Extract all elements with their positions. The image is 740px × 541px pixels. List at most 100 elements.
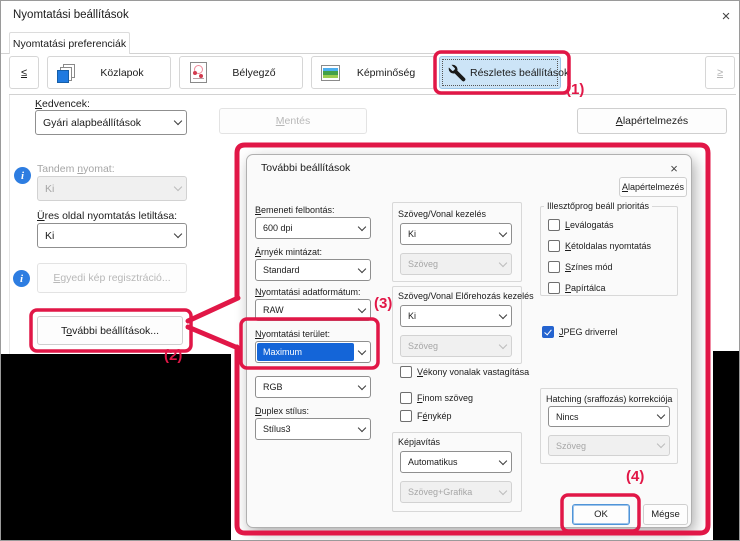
color-mode-select[interactable]: RGB (255, 376, 371, 398)
toolbar-image-quality-button[interactable]: Képminőség (311, 56, 435, 89)
text-line-select[interactable]: Ki (400, 223, 512, 245)
text-line-advance-sub-select: Szöveg (400, 335, 512, 357)
hatching-select[interactable]: Nincs (548, 406, 670, 427)
favorites-select[interactable]: Gyári alapbeállítások (35, 110, 187, 135)
stamp-icon (188, 62, 210, 84)
checkbox-icon (400, 366, 412, 378)
toolbar-next-button: ≥ (705, 56, 735, 89)
input-resolution-select[interactable]: 600 dpi (255, 217, 371, 239)
image-enhance-select[interactable]: Automatikus (400, 451, 512, 473)
text-line-advance-select[interactable]: Ki (400, 305, 512, 327)
blank-page-suppress-select[interactable]: Ki (37, 223, 187, 248)
redacted-region-right (713, 351, 740, 541)
chevron-down-icon (495, 254, 511, 274)
chevron-down-icon (170, 224, 186, 247)
info-icon (13, 270, 30, 287)
chevron-down-icon (354, 419, 370, 439)
toolbar-detailed-settings-button[interactable]: Részletes beállítások (439, 56, 561, 89)
tab-label: Nyomtatási preferenciák (13, 38, 126, 50)
blank-page-suppress-label: Üres oldal nyomtatás letiltása: (37, 210, 177, 222)
ok-button[interactable]: OK (572, 504, 630, 525)
defaults-button[interactable]: Alapértelmezés (577, 108, 727, 134)
redacted-region-left (1, 354, 231, 541)
annotation-callout-tail (188, 298, 238, 321)
annotation-callout-tail (188, 327, 238, 348)
data-format-label: Nyomtatási adatformátum: (255, 287, 361, 297)
chevron-down-icon (495, 452, 511, 472)
data-format-select[interactable]: RAW (255, 299, 371, 321)
annotation-step2-label: (2) (164, 347, 182, 364)
chevron-down-icon (354, 377, 370, 397)
toolbar-button-label: Részletes beállítások (470, 67, 569, 79)
image-quality-icon (320, 62, 342, 84)
duplex-style-select[interactable]: Stílus3 (255, 418, 371, 440)
chevron-down-icon (653, 436, 669, 455)
hatching-group-label: Hatching (sraffozás) korrekciója (546, 394, 672, 404)
collate-checkbox[interactable]: Leválogatás (548, 219, 614, 231)
toolbar-common-pages-button[interactable]: Közlapok (47, 56, 171, 89)
shade-pattern-select[interactable]: Standard (255, 259, 371, 281)
dialog-title: További beállítások (261, 162, 350, 174)
checkbox-icon (548, 219, 560, 231)
duplex-print-checkbox[interactable]: Kétoldalas nyomtatás (548, 240, 651, 252)
checkbox-icon (400, 410, 412, 422)
chevron-down-icon (495, 306, 511, 326)
print-area-select[interactable]: Maximum (255, 341, 371, 363)
save-button: Mentés (219, 108, 367, 134)
tandem-print-select: Ki (37, 176, 187, 201)
checkbox-icon (548, 240, 560, 252)
checkbox-icon (548, 261, 560, 273)
more-settings-button[interactable]: További beállítások... (37, 316, 183, 345)
image-enhance-sub-select: Szöveg+Grafika (400, 481, 512, 503)
toolbar-button-label: Közlapok (82, 67, 162, 79)
checkbox-checked-icon (542, 326, 554, 338)
print-settings-window: Nyomtatási beállítások × Nyomtatási pref… (0, 0, 740, 541)
cancel-button[interactable]: Mégse (643, 504, 688, 525)
shade-pattern-label: Árnyék mintázat: (255, 247, 322, 257)
thin-lines-checkbox[interactable]: Vékony vonalak vastagítása (400, 366, 529, 378)
duplex-style-label: Duplex stílus: (255, 406, 309, 416)
dialog-defaults-button[interactable]: Alapértelmezés (619, 177, 687, 197)
chevron-down-icon (495, 224, 511, 244)
annotation-step4-label: (4) (626, 468, 644, 485)
print-area-label: Nyomtatási terület: (255, 329, 330, 339)
driver-priority-group-label: Illesztőprog beáll prioritás (544, 201, 652, 211)
tandem-print-value: Ki (38, 177, 170, 200)
annotation-step3-label: (3) (374, 295, 392, 312)
fine-text-checkbox[interactable]: Finom szöveg (400, 392, 473, 404)
tab-print-preferences[interactable]: Nyomtatási preferenciák (9, 32, 130, 54)
tandem-print-label: Tandem nyomat: (37, 163, 115, 175)
chevron-down-icon (653, 407, 669, 426)
chevron-down-icon (354, 342, 370, 362)
text-line-advance-group-label: Szöveg/Vonal Előrehozás kezelés (398, 291, 534, 301)
paper-tray-checkbox[interactable]: Papírtálca (548, 282, 606, 294)
close-icon[interactable]: × (713, 4, 739, 28)
stacked-pages-icon (56, 62, 78, 84)
chevron-down-icon (495, 336, 511, 356)
checkbox-icon (400, 392, 412, 404)
checkbox-icon (548, 282, 560, 294)
jpeg-driver-checkbox[interactable]: JPEG driverrel (542, 326, 618, 338)
text-line-sub-select: Szöveg (400, 253, 512, 275)
close-icon[interactable]: × (662, 159, 686, 177)
chevron-down-icon (354, 260, 370, 280)
toolbar-button-label: Bélyegző (214, 67, 294, 79)
hatching-sub-select: Szöveg (548, 435, 670, 456)
toolbar-button-label: Képminőség (346, 67, 426, 79)
chevron-down-icon (354, 300, 370, 320)
prev-arrow-icon: ≤ (21, 67, 27, 79)
image-enhance-group-label: Képjavítás (398, 437, 440, 447)
info-icon (14, 167, 31, 184)
chevron-down-icon (354, 218, 370, 238)
input-resolution-label: Bemeneti felbontás: (255, 205, 335, 215)
text-line-group-label: Szöveg/Vonal kezelés (398, 209, 486, 219)
wrench-icon (448, 64, 466, 82)
custom-image-registration-button: Egyedi kép regisztráció... (37, 263, 187, 293)
photo-checkbox[interactable]: Fénykép (400, 410, 452, 422)
next-arrow-icon: ≥ (717, 67, 723, 79)
chevron-down-icon (170, 177, 186, 200)
window-title: Nyomtatási beállítások (13, 9, 129, 21)
color-mode-checkbox[interactable]: Színes mód (548, 261, 613, 273)
toolbar-stamp-button[interactable]: Bélyegző (179, 56, 303, 89)
toolbar-prev-button[interactable]: ≤ (9, 56, 39, 89)
